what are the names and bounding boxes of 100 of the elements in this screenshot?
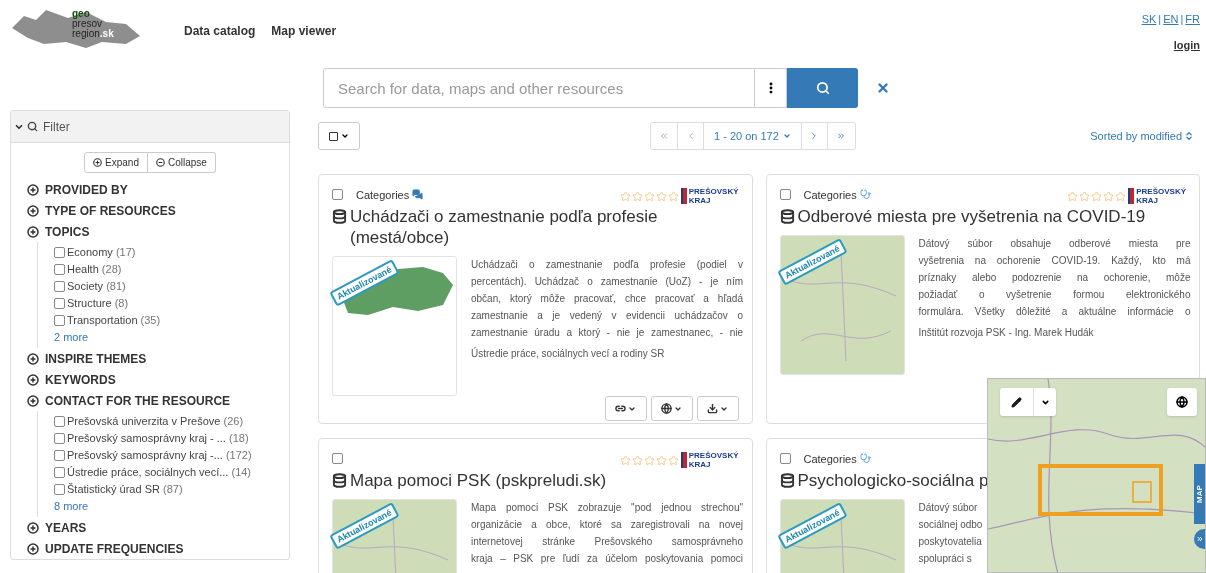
filter-option[interactable]: Prešovský samosprávny kraj - ... (18) [67, 430, 249, 447]
publisher-logo-text: KRAJ [688, 460, 712, 469]
expand-button[interactable]: Expand [84, 152, 148, 173]
star-icon[interactable] [619, 454, 631, 466]
plus-circle-icon [27, 225, 39, 238]
result-description: Uchádzači o zamestnanie podľa profesie (podiel v percentách). Uchádzač o zamestnanie (UoZ) - je ním občan, ktorý môže pracovať, chce pracovať a hľadá zamestnanie a je vedený v evidencii uchádzačov o zamestnanie úradu a ktorý - nie je zamestnanec, - nie [471, 258, 743, 340]
checkbox[interactable] [54, 247, 65, 258]
star-icon[interactable] [1067, 190, 1079, 202]
filter-option[interactable]: Prešovská univerzita v Prešove (26) [67, 413, 244, 430]
category-label[interactable]: Categories [356, 187, 410, 204]
star-icon[interactable] [619, 190, 631, 202]
close-button[interactable] [876, 81, 890, 95]
star-icon[interactable] [1115, 190, 1127, 202]
star-icon[interactable] [667, 454, 679, 466]
checkbox[interactable] [54, 450, 65, 461]
star-icon[interactable] [631, 454, 643, 466]
database-icon [779, 473, 795, 488]
filter-option[interactable]: Transportation (35) [67, 312, 161, 329]
logo-suffix: .sk [99, 29, 114, 39]
dropdown-button[interactable] [650, 396, 693, 421]
checkbox[interactable] [54, 298, 65, 309]
star-icon[interactable] [1079, 190, 1091, 202]
star-icon[interactable] [631, 190, 643, 202]
star-icon[interactable] [643, 454, 655, 466]
filter-title: Filter [43, 118, 70, 136]
checkbox[interactable] [54, 264, 65, 275]
star-icon[interactable] [1091, 190, 1103, 202]
filter-section-heading[interactable]: YEARS [45, 518, 87, 537]
dropdown-button[interactable] [604, 396, 647, 421]
filter-option[interactable]: Prešovský samosprávny kraj -... (172) [67, 447, 252, 464]
sort-dropdown[interactable]: Sorted by modified [1090, 127, 1194, 145]
star-icon[interactable] [655, 454, 667, 466]
checkbox[interactable] [54, 281, 65, 292]
filter-option[interactable]: Ústredie práce, sociálnych vecí... (14) [67, 464, 252, 481]
plus-circle-icon [27, 521, 39, 534]
plus-circle-icon [93, 158, 103, 167]
plus-circle-icon [27, 394, 39, 407]
star-icon[interactable] [667, 190, 679, 202]
filter-option[interactable]: Health (28) [67, 261, 122, 278]
filter-option[interactable]: Society (81) [67, 278, 126, 295]
checkbox[interactable] [54, 484, 65, 495]
map-side-tab[interactable]: MAP [1194, 464, 1205, 524]
checkbox[interactable] [332, 189, 343, 200]
nav-link[interactable]: Data catalog [184, 22, 256, 60]
more-link[interactable]: 8 more [54, 498, 273, 515]
filter-section-heading[interactable]: TOPICS [45, 222, 90, 241]
filter-section-heading[interactable]: KEYWORDS [45, 370, 116, 389]
download-icon [707, 403, 718, 414]
search-icon [27, 121, 38, 132]
result-title[interactable]: Odberové miesta pre vyšetrenia na COVID-19 [797, 206, 1146, 227]
map-panel[interactable]: MAP [987, 378, 1206, 573]
database-icon [332, 209, 347, 224]
checkbox[interactable] [54, 416, 65, 427]
language-link[interactable]: EN [1163, 11, 1179, 28]
login-link[interactable]: login [1173, 36, 1200, 53]
filter-section-heading[interactable]: CONTACT FOR THE RESOURCE [45, 391, 231, 410]
filter-option[interactable]: Economy (17) [67, 244, 136, 261]
checkbox[interactable] [54, 467, 65, 478]
filter-section-heading[interactable]: INSPIRE THEMES [45, 349, 147, 368]
language-link[interactable]: FR [1185, 11, 1200, 28]
star-icon[interactable] [1103, 190, 1115, 202]
expand-map-button[interactable] [1194, 529, 1205, 549]
globe-button[interactable] [1167, 388, 1197, 416]
star-icon[interactable] [643, 190, 655, 202]
search-field[interactable]: Search for data, maps and other resources [323, 68, 755, 108]
category-label[interactable]: Categories [803, 187, 857, 204]
result-title[interactable]: Mapa pomoci PSK (pskpreludi.sk) [350, 470, 607, 491]
star-icon[interactable] [655, 190, 667, 202]
checkbox[interactable] [779, 453, 791, 464]
more-link[interactable]: 2 more [54, 329, 273, 346]
minus-circle-icon [156, 158, 165, 167]
link-icon [615, 403, 626, 414]
organization-name: Ústredie práce, sociálnych vecí a rodiny SR [471, 346, 666, 361]
result-title[interactable]: Uchádzači o zamestnanie podľa profesie (mestá/obce) [350, 206, 739, 248]
filter-header[interactable]: Filter [11, 111, 289, 143]
stethoscope-icon [859, 189, 871, 200]
collapse-button[interactable]: Collapse [148, 152, 216, 173]
caret-icon [782, 132, 791, 140]
checkbox[interactable] [779, 189, 791, 200]
plus-circle-icon [27, 373, 39, 386]
page-range-dropdown[interactable]: 1 - 20 on 172 [704, 122, 802, 150]
dropdown-button[interactable] [696, 396, 739, 421]
logo-text: region [72, 29, 100, 39]
filter-option[interactable]: Structure (8) [67, 295, 129, 312]
close-icon [876, 81, 890, 95]
language-link[interactable]: SK [1141, 11, 1157, 28]
select-dropdown-button[interactable] [318, 122, 360, 150]
nav-link[interactable]: Map viewer [271, 22, 337, 60]
search-button[interactable] [787, 68, 858, 108]
comments-icon [412, 189, 424, 200]
category-label[interactable]: Categories [803, 451, 857, 468]
filter-section-heading[interactable]: TYPE OF RESOURCES [45, 201, 176, 220]
filter-option[interactable]: Štatistický úrad SR (87) [67, 481, 183, 498]
logo-text: presov [72, 19, 102, 29]
checkbox[interactable] [54, 315, 65, 326]
filter-section-heading[interactable]: UPDATE FREQUENCIES [45, 539, 184, 558]
result-description: Dátový súbor obsahuje odberové miesta pre vyšetrenia na ochorenie COVID-19. Každý, kto má príznaky alebo podozrenie na ochorenie, môže požiadať o vyšetrenie formou elektronického formulára. Všetky dôležité a aktuálne informácie o [918, 237, 1191, 319]
checkbox[interactable] [54, 433, 65, 444]
filter-section-heading[interactable]: PROVIDED BY [45, 180, 128, 199]
checkbox[interactable] [332, 453, 343, 464]
